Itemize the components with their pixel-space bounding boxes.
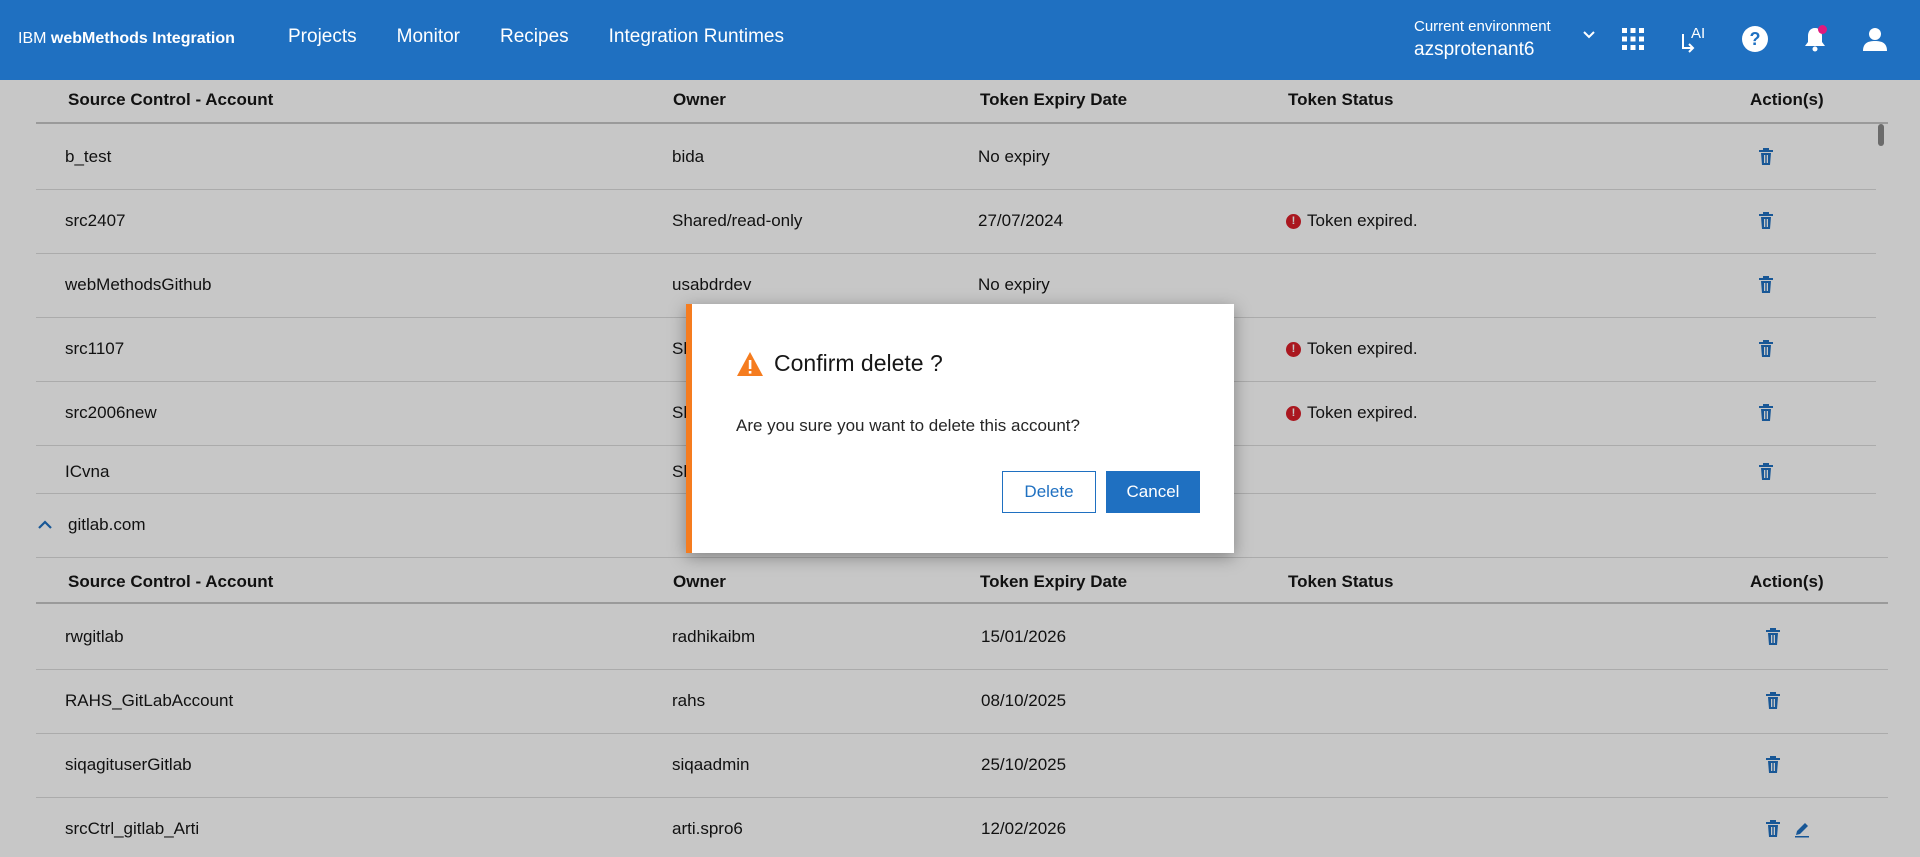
main-nav: Projects Monitor Recipes Integration Run… [288,26,824,48]
environment-selector[interactable]: Current environment azsprotenant6 [1414,18,1551,61]
grid-icon[interactable] [1618,24,1648,54]
dialog-message: Are you sure you want to delete this acc… [736,416,1080,435]
delete-button[interactable]: Delete [1002,471,1096,513]
nav-integration-runtimes[interactable]: Integration Runtimes [609,26,784,48]
brand-prefix: IBM [18,30,47,47]
user-icon[interactable] [1860,24,1890,54]
dialog-title-text: Confirm delete ? [774,350,943,376]
nav-monitor[interactable]: Monitor [397,26,460,48]
warning-icon [737,351,763,376]
notification-badge [1818,25,1827,34]
dialog-title: Confirm delete ? [736,350,943,377]
chevron-down-icon[interactable] [1582,28,1596,42]
confirm-delete-dialog: Confirm delete ? Are you sure you want t… [686,304,1234,553]
nav-recipes[interactable]: Recipes [500,26,569,48]
bell-icon[interactable] [1800,24,1830,54]
cancel-button[interactable]: Cancel [1106,471,1200,513]
environment-value: azsprotenant6 [1414,39,1535,60]
ai-icon[interactable]: AI [1678,24,1712,54]
ai-label: AI [1691,25,1705,42]
nav-projects[interactable]: Projects [288,26,357,48]
top-navigation-bar: IBM webMethods Integration Projects Moni… [0,0,1920,80]
help-icon[interactable]: ? [1740,24,1770,54]
environment-label: Current environment [1414,18,1551,35]
brand-name: webMethods Integration [50,30,235,47]
svg-text:?: ? [1750,29,1761,49]
product-brand[interactable]: IBM webMethods Integration [18,30,235,48]
